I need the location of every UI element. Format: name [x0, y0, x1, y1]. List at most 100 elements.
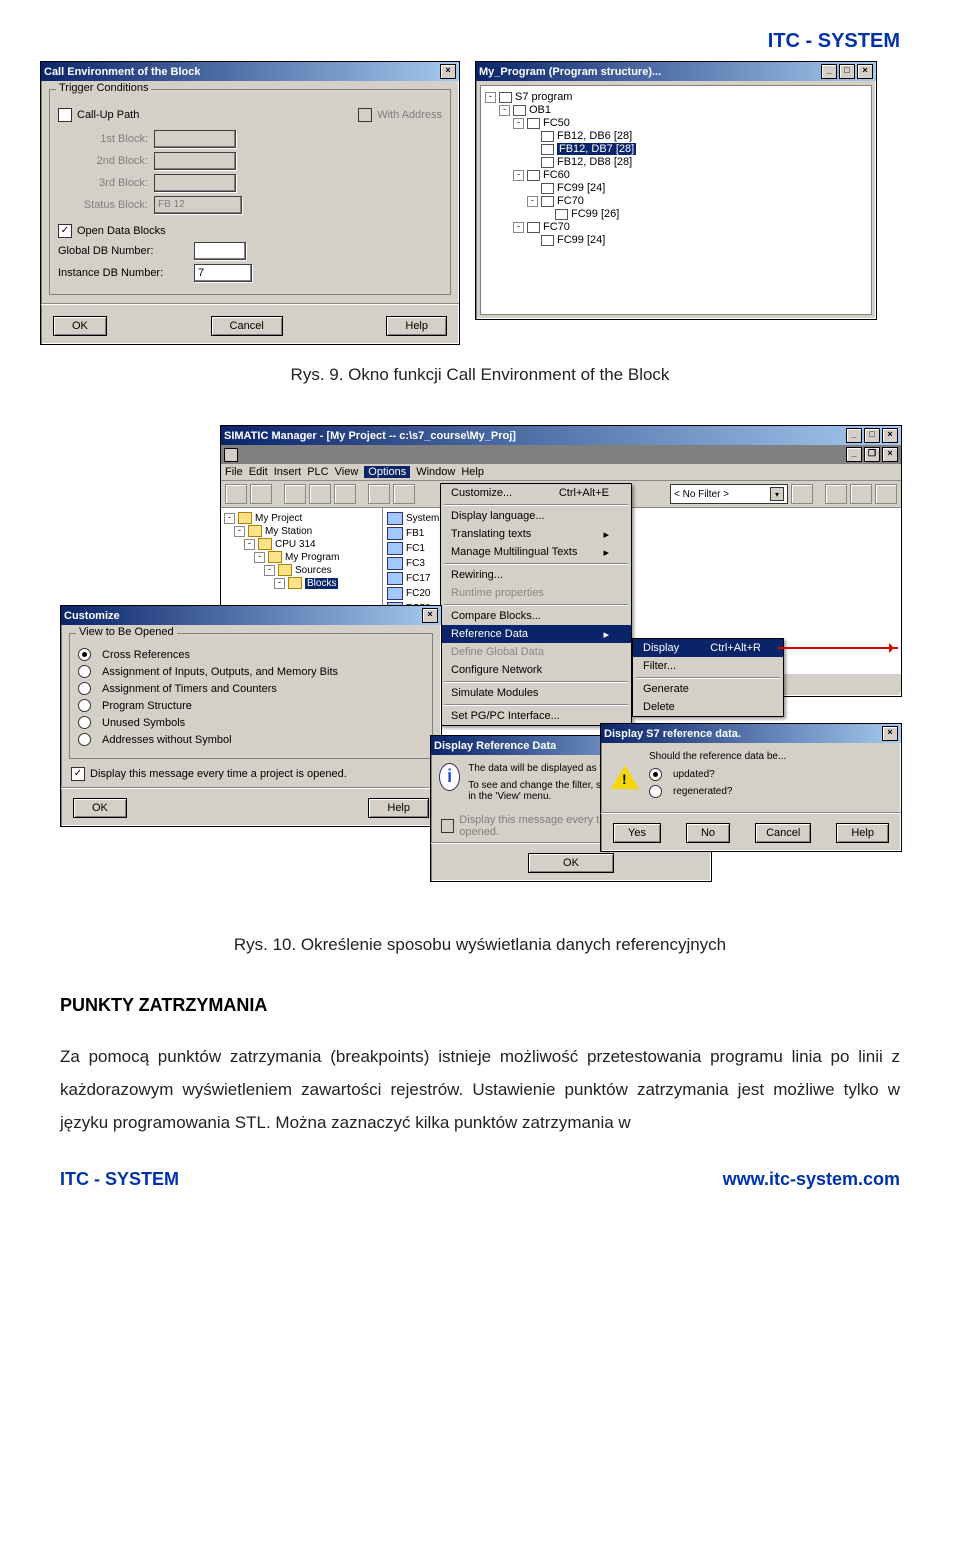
manager-menubar[interactable]: File Edit Insert PLC View Options Window Help [221, 464, 901, 481]
menu-plc[interactable]: PLC [307, 466, 328, 478]
minimize-icon[interactable]: _ [846, 428, 862, 443]
close-icon[interactable]: × [882, 428, 898, 443]
call-up-path-checkbox[interactable]: Call-Up Path [58, 108, 139, 122]
menu-help[interactable]: Help [461, 466, 484, 478]
view-option-radio[interactable]: Program Structure [78, 699, 424, 712]
toolbar-button[interactable] [791, 484, 813, 504]
maximize-icon[interactable]: □ [839, 64, 855, 79]
menu-item[interactable]: Rewiring... [441, 566, 631, 584]
ok-button[interactable]: OK [53, 316, 107, 336]
menu-item[interactable]: Translating texts▸ [441, 525, 631, 543]
expand-icon[interactable]: - [224, 513, 235, 524]
expand-icon[interactable]: - [513, 170, 524, 181]
expand-icon[interactable]: - [513, 222, 524, 233]
no-button[interactable]: No [686, 823, 730, 843]
menu-options[interactable]: Options [364, 466, 410, 478]
help-icon[interactable] [875, 484, 897, 504]
cancel-button[interactable]: Cancel [211, 316, 283, 336]
help-button[interactable]: Help [368, 798, 429, 818]
maximize-icon[interactable]: □ [864, 428, 880, 443]
menu-item[interactable]: Display language... [441, 507, 631, 525]
program-structure-titlebar[interactable]: My_Program (Program structure)... _ □ × [476, 62, 876, 81]
ok-button[interactable]: OK [73, 798, 127, 818]
nav-item[interactable]: -My Station [234, 525, 379, 537]
tree-node[interactable]: FB12, DB6 [28] [527, 130, 867, 142]
program-tree[interactable]: -S7 program-OB1 -FC50FB12, DB6 [28] FB12,… [480, 85, 872, 315]
yes-button[interactable]: Yes [613, 823, 661, 843]
cancel-button[interactable]: Cancel [755, 823, 811, 843]
menu-insert[interactable]: Insert [274, 466, 302, 478]
regenerated-radio[interactable]: regenerated? [649, 785, 786, 798]
menu-item[interactable]: Manage Multilingual Texts▸ [441, 543, 631, 561]
call-env-titlebar[interactable]: Call Environment of the Block × [41, 62, 459, 81]
menu-item[interactable]: Configure Network [441, 661, 631, 679]
tree-node[interactable]: FB12, DB8 [28] [527, 156, 867, 168]
help-button[interactable]: Help [836, 823, 889, 843]
menu-item[interactable]: Delete [633, 698, 783, 716]
close-icon[interactable]: × [882, 447, 898, 462]
toolbar-button[interactable] [393, 484, 415, 504]
menu-item[interactable]: Compare Blocks... [441, 607, 631, 625]
tree-node[interactable]: FC99 [24] [527, 234, 867, 246]
menu-file[interactable]: File [225, 466, 243, 478]
manager-titlebar[interactable]: SIMATIC Manager - [My Project -- c:\s7_c… [221, 426, 901, 445]
tree-node[interactable]: -FC50 [513, 117, 867, 129]
expand-icon[interactable]: - [244, 539, 255, 550]
expand-icon[interactable]: - [234, 526, 245, 537]
nav-item[interactable]: -Blocks [274, 577, 379, 589]
paste-icon[interactable] [334, 484, 356, 504]
global-db-field[interactable] [194, 242, 246, 260]
menu-view[interactable]: View [335, 466, 359, 478]
filter-combo[interactable]: < No Filter > ▾ [670, 484, 788, 504]
expand-icon[interactable]: - [485, 92, 496, 103]
menu-edit[interactable]: Edit [249, 466, 268, 478]
expand-icon[interactable]: - [499, 105, 510, 116]
menu-item[interactable]: Filter... [633, 657, 783, 675]
menu-item[interactable]: Customize...Ctrl+Alt+E [441, 484, 631, 502]
tree-node[interactable]: -S7 program [485, 91, 867, 103]
nav-item[interactable]: -Sources [264, 564, 379, 576]
close-icon[interactable]: × [857, 64, 873, 79]
view-option-radio[interactable]: Addresses without Symbol [78, 733, 424, 746]
ok-button[interactable]: OK [528, 853, 614, 873]
menu-window[interactable]: Window [416, 466, 455, 478]
toolbar-button[interactable] [850, 484, 872, 504]
tree-node[interactable]: FC99 [24] [527, 182, 867, 194]
ds7-titlebar[interactable]: Display S7 reference data. × [601, 724, 901, 743]
close-icon[interactable]: × [422, 608, 438, 623]
minimize-icon[interactable]: _ [821, 64, 837, 79]
nav-item[interactable]: -My Project [224, 512, 379, 524]
restore-icon[interactable]: ❐ [864, 447, 880, 462]
nav-item[interactable]: -My Program [254, 551, 379, 563]
tree-node[interactable]: -FC70 [527, 195, 867, 207]
toolbar-button[interactable] [368, 484, 390, 504]
tree-node[interactable]: -OB1 [499, 104, 867, 116]
tree-node[interactable]: -FC60 [513, 169, 867, 181]
options-menu[interactable]: Customize...Ctrl+Alt+E Display language..… [440, 483, 632, 726]
instance-db-field[interactable]: 7 [194, 264, 252, 282]
view-option-radio[interactable]: Assignment of Timers and Counters [78, 682, 424, 695]
menu-item[interactable]: Generate [633, 680, 783, 698]
tree-node[interactable]: FC99 [26] [541, 208, 867, 220]
expand-icon[interactable]: - [513, 118, 524, 129]
cut-icon[interactable] [284, 484, 306, 504]
updated-radio[interactable]: updated? [649, 768, 786, 781]
expand-icon[interactable]: - [274, 578, 285, 589]
menu-item[interactable]: Reference Data▸ [441, 625, 631, 643]
menu-item[interactable]: Simulate Modules [441, 684, 631, 702]
view-option-radio[interactable]: Cross References [78, 648, 424, 661]
tree-node[interactable]: -FC70 [513, 221, 867, 233]
help-button[interactable]: Help [386, 316, 447, 336]
open-icon[interactable] [250, 484, 272, 504]
view-option-radio[interactable]: Unused Symbols [78, 716, 424, 729]
menu-item[interactable]: DisplayCtrl+Alt+R [633, 639, 783, 657]
nav-item[interactable]: -CPU 314 [244, 538, 379, 550]
expand-icon[interactable]: - [264, 565, 275, 576]
copy-icon[interactable] [309, 484, 331, 504]
expand-icon[interactable]: - [527, 196, 538, 207]
close-icon[interactable]: × [882, 726, 898, 741]
chevron-down-icon[interactable]: ▾ [770, 487, 784, 501]
close-icon[interactable]: × [440, 64, 456, 79]
reference-data-submenu[interactable]: DisplayCtrl+Alt+RFilter... GenerateDelete [632, 638, 784, 717]
display-message-checkbox[interactable]: ✓Display this message every time a proje… [71, 767, 431, 781]
